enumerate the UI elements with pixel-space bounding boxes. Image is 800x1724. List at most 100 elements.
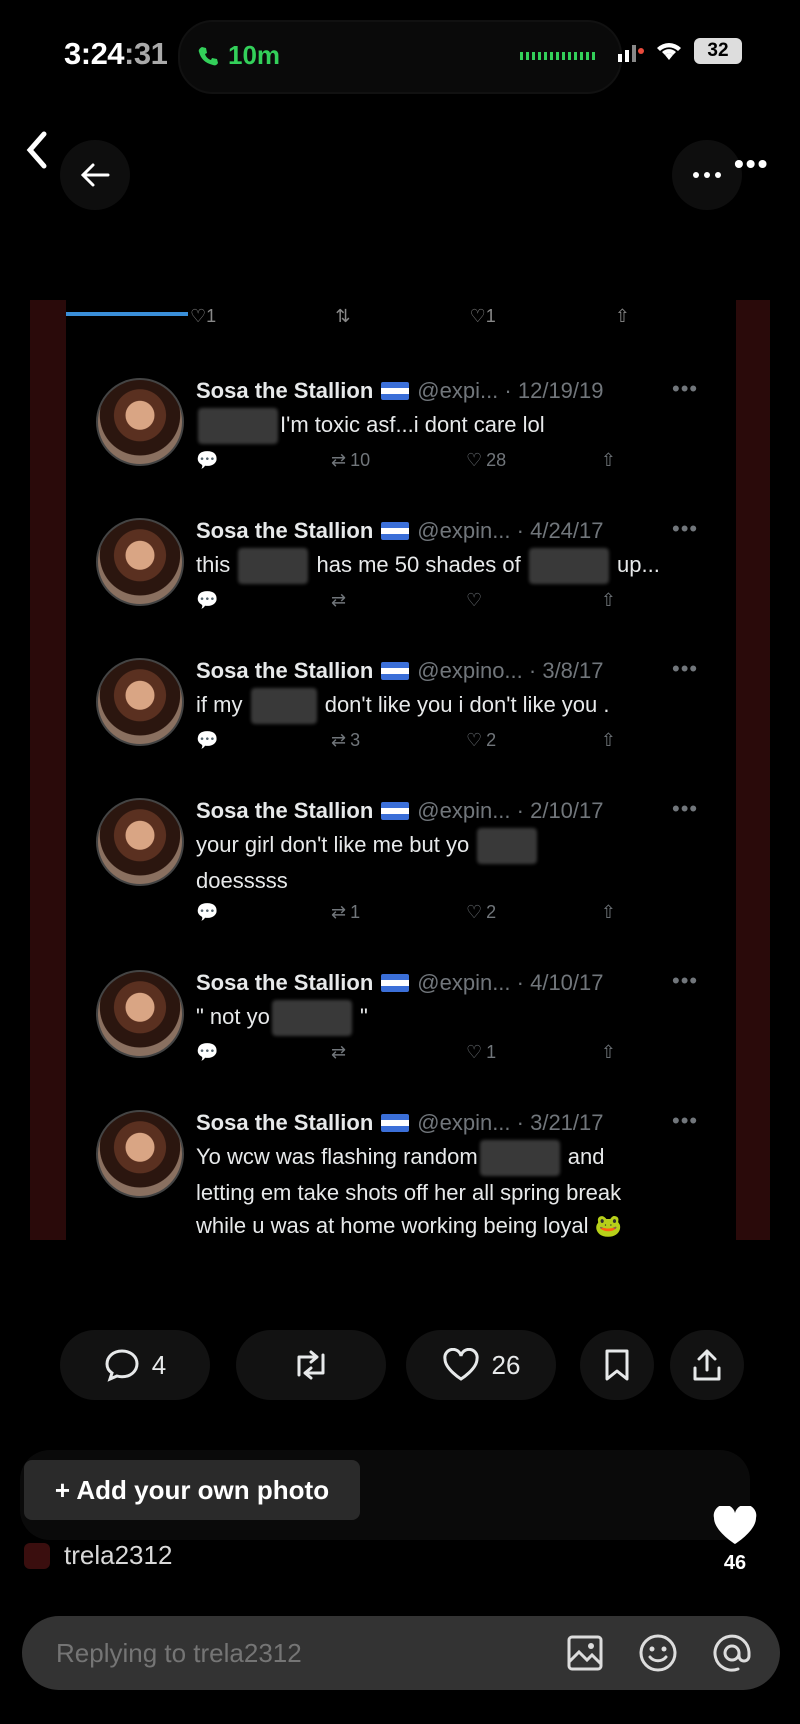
tweet-header: Sosa the Stallion @expin... · 4/24/17	[196, 518, 604, 543]
bookmark-button[interactable]	[580, 1330, 654, 1400]
add-photo-button[interactable]: + Add your own photo	[24, 1460, 360, 1520]
card-border-left	[30, 300, 66, 1240]
share-icon[interactable]: ⇧	[601, 450, 616, 471]
retweet-icon[interactable]: ⇄ 1	[331, 902, 466, 923]
censor-blur	[250, 688, 317, 725]
tweet-more-icon[interactable]: •••	[672, 656, 698, 682]
back-button[interactable]	[60, 140, 130, 210]
tweet-text: your girl don't like me but yo doesssss	[196, 828, 706, 897]
tweet-actions: 💬 ⇄ ♡ 1 ⇧	[196, 1042, 616, 1063]
retweet-icon[interactable]: ⇄ 10	[331, 450, 466, 471]
flag-icon	[381, 522, 410, 540]
bookmark-icon	[605, 1349, 629, 1381]
reply-icon[interactable]: 💬	[196, 902, 331, 923]
more-options-button[interactable]	[672, 140, 742, 210]
battery-indicator: 32	[694, 38, 742, 64]
story-user[interactable]: trela2312	[24, 1540, 172, 1571]
share-icon[interactable]: ⇧	[601, 902, 616, 923]
thread-indicator	[66, 312, 188, 316]
share-button[interactable]	[670, 1330, 744, 1400]
share-icon	[693, 1349, 721, 1381]
tweet-text: I'm toxic asf...i dont care lol	[196, 408, 706, 445]
tweet-actions: 💬 ⇄ 3 ♡ 2 ⇧	[196, 730, 616, 751]
flag-icon	[381, 662, 410, 680]
call-duration: 10m	[228, 40, 281, 70]
reply-icon[interactable]: 💬	[196, 730, 331, 751]
reply-icon[interactable]: 💬	[196, 1042, 331, 1063]
avatar[interactable]	[96, 1110, 184, 1198]
tweet-more-icon[interactable]: •••	[672, 1108, 698, 1134]
heart-icon[interactable]: ♡ 2	[466, 902, 601, 923]
tweet-more-icon[interactable]: •••	[672, 376, 698, 402]
retweet-icon[interactable]: ⇄	[331, 1042, 466, 1063]
user-avatar	[24, 1542, 50, 1569]
tweet-header: Sosa the Stallion @expin... · 3/21/17	[196, 1110, 604, 1135]
heart-filled-icon	[713, 1504, 757, 1544]
wifi-icon	[657, 43, 681, 60]
cut-off-action-row: ♡1 ⇅ ♡1 ⇧	[190, 306, 630, 326]
tweet-text: this has me 50 shades of up...	[196, 548, 706, 585]
flag-icon	[381, 1114, 410, 1132]
heart-icon	[442, 1348, 479, 1381]
censor-blur	[271, 1000, 352, 1037]
share-icon[interactable]: ⇧	[601, 1042, 616, 1063]
share-icon[interactable]: ⇧	[601, 730, 616, 751]
back-arrow-icon	[80, 163, 110, 187]
tweet-more-icon[interactable]: •••	[672, 968, 698, 994]
comments-button[interactable]: 4	[60, 1330, 210, 1400]
cellular-icon	[618, 45, 644, 62]
reply-icon[interactable]: 💬	[196, 590, 331, 611]
story-more-icon[interactable]: •••	[734, 148, 769, 180]
story-like-button[interactable]: 46	[712, 1504, 758, 1575]
tweet-item[interactable]: Sosa the Stallion @expi... · 12/19/19 •••…	[96, 376, 716, 508]
tweet-item[interactable]: Sosa the Stallion @expino... · 3/8/17 •••…	[96, 656, 716, 788]
reply-icon[interactable]: 💬	[196, 450, 331, 471]
tweet-actions: 💬 ⇄ ♡ ⇧	[196, 590, 616, 611]
censor-blur	[528, 548, 609, 585]
flag-icon	[381, 974, 410, 992]
censor-blur	[238, 548, 309, 585]
censor-blur	[198, 408, 278, 445]
avatar[interactable]	[96, 658, 184, 746]
tweet-text: Yo wcw was flashing random and letting em…	[196, 1140, 706, 1242]
tweet-item[interactable]: Sosa the Stallion @expin... · 3/21/17 •••…	[96, 1108, 716, 1242]
heart-icon[interactable]: ♡ 2	[466, 730, 601, 751]
heart-icon[interactable]: ♡	[466, 590, 601, 611]
call-indicator[interactable]: 10m	[196, 40, 280, 71]
share-icon[interactable]: ⇧	[601, 590, 616, 611]
tweet-actions: 💬 ⇄ 10 ♡ 28 ⇧	[196, 450, 616, 471]
sticker-icon[interactable]	[638, 1633, 678, 1673]
avatar[interactable]	[96, 518, 184, 606]
reply-input[interactable]	[54, 1636, 566, 1670]
tweet-actions: 💬 ⇄ 1 ♡ 2 ⇧	[196, 902, 616, 923]
avatar[interactable]	[96, 798, 184, 886]
tweet-item[interactable]: Sosa the Stallion @expin... · 4/24/17 •••…	[96, 516, 716, 648]
like-button[interactable]: 26	[406, 1330, 556, 1400]
avatar[interactable]	[96, 970, 184, 1058]
mention-icon[interactable]	[712, 1633, 752, 1673]
retweet-icon[interactable]: ⇄ 3	[331, 730, 466, 751]
tweet-item[interactable]: Sosa the Stallion @expin... · 4/10/17 •••…	[96, 968, 716, 1100]
username: trela2312	[64, 1540, 173, 1570]
tweet-header: Sosa the Stallion @expi... · 12/19/19	[196, 378, 604, 403]
heart-icon[interactable]: ♡ 28	[466, 450, 601, 471]
censor-blur	[477, 828, 538, 865]
card-border-right	[736, 300, 770, 1240]
image-icon[interactable]	[566, 1634, 604, 1672]
tweet-item[interactable]: Sosa the Stallion @expin... · 2/10/17 •••…	[96, 796, 716, 928]
censor-blur	[479, 1140, 560, 1177]
story-like-count: 46	[723, 1552, 747, 1574]
back-chevron-icon[interactable]	[22, 130, 52, 170]
tweet-header: Sosa the Stallion @expin... · 4/10/17	[196, 970, 604, 995]
phone-icon	[198, 46, 218, 65]
retweet-button[interactable]	[236, 1330, 386, 1400]
retweet-icon[interactable]: ⇄	[331, 590, 466, 611]
avatar[interactable]	[96, 378, 184, 466]
flag-icon	[381, 382, 410, 400]
tweet-more-icon[interactable]: •••	[672, 796, 698, 822]
heart-icon[interactable]: ♡ 1	[466, 1042, 601, 1063]
reply-bar	[22, 1616, 780, 1690]
reply-icon	[105, 1349, 139, 1382]
tweet-more-icon[interactable]: •••	[672, 516, 698, 542]
tweet-text: if my don't like you i don't like you .	[196, 688, 706, 725]
